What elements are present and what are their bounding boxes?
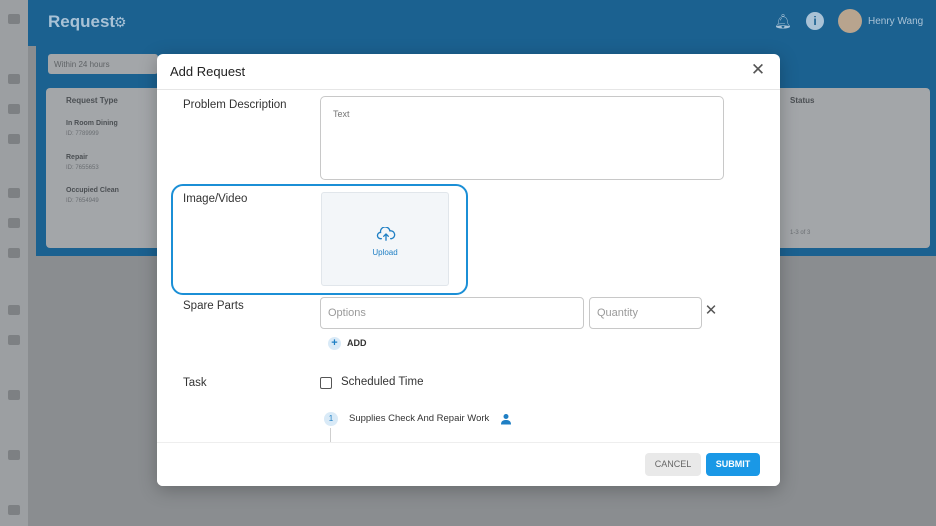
rail-icon[interactable] bbox=[8, 74, 20, 84]
filter-time[interactable]: Within 24 hours bbox=[48, 54, 158, 74]
rail-icon[interactable] bbox=[8, 134, 20, 144]
table-cell: ID: 7789999 bbox=[66, 131, 99, 137]
spare-parts-label: Spare Parts bbox=[183, 300, 244, 312]
dialog-header: Add Request ✕ bbox=[157, 54, 780, 90]
dialog-title: Add Request bbox=[170, 64, 246, 79]
rail-icon[interactable] bbox=[8, 218, 20, 228]
rail-icon[interactable] bbox=[8, 505, 20, 515]
rail-icon[interactable] bbox=[8, 104, 20, 114]
step-connector bbox=[330, 428, 331, 442]
image-video-label: Image/Video bbox=[183, 193, 248, 205]
spare-parts-quantity-input[interactable]: Quantity bbox=[589, 297, 702, 329]
pagination: 1-3 of 3 bbox=[790, 230, 811, 236]
side-rail bbox=[0, 0, 28, 526]
user-name[interactable]: Henry Wang bbox=[868, 16, 923, 27]
menu-icon[interactable] bbox=[8, 14, 20, 24]
dialog-footer: CANCEL SUBMIT bbox=[157, 442, 780, 486]
table-cell: ID: 7655653 bbox=[66, 165, 99, 171]
add-request-dialog: Add Request ✕ Problem Description Image/… bbox=[157, 54, 780, 486]
rail-icon[interactable] bbox=[8, 188, 20, 198]
upload-button[interactable]: Upload bbox=[321, 192, 449, 286]
table-cell: Occupied Clean bbox=[66, 187, 119, 194]
top-bar bbox=[28, 0, 936, 46]
task-step-label: Supplies Check And Repair Work bbox=[349, 413, 490, 424]
problem-description-label: Problem Description bbox=[183, 99, 287, 111]
step-number-badge: 1 bbox=[324, 412, 338, 426]
upload-label: Upload bbox=[372, 248, 398, 257]
cloud-upload-icon bbox=[376, 227, 396, 241]
scheduled-time-label[interactable]: Scheduled Time bbox=[341, 376, 423, 388]
spare-parts-options-select[interactable]: Options bbox=[320, 297, 584, 329]
settings-icon[interactable]: ⚙ bbox=[114, 14, 127, 31]
remove-part-icon[interactable]: ✕ bbox=[704, 303, 718, 318]
table-header: Request Type bbox=[66, 96, 118, 105]
table-header: Status bbox=[790, 96, 815, 105]
plus-icon: + bbox=[328, 337, 341, 350]
table-cell: Repair bbox=[66, 154, 88, 161]
rail-icon[interactable] bbox=[8, 450, 20, 460]
app-title: Request bbox=[48, 12, 116, 31]
close-icon[interactable]: ✕ bbox=[750, 61, 766, 78]
person-icon[interactable] bbox=[500, 413, 512, 425]
info-icon[interactable]: i bbox=[806, 12, 824, 30]
scheduled-time-checkbox[interactable] bbox=[320, 377, 332, 389]
problem-description-input[interactable] bbox=[320, 96, 724, 180]
task-label: Task bbox=[183, 377, 207, 389]
bell-icon[interactable]: 🔔︎ bbox=[774, 13, 792, 30]
rail-icon[interactable] bbox=[8, 390, 20, 400]
table-cell: ID: 7654949 bbox=[66, 198, 99, 204]
rail-icon[interactable] bbox=[8, 335, 20, 345]
submit-button[interactable]: SUBMIT bbox=[706, 453, 760, 476]
cancel-button[interactable]: CANCEL bbox=[645, 453, 701, 476]
table-cell: In Room Dining bbox=[66, 120, 118, 127]
avatar[interactable] bbox=[838, 9, 862, 33]
add-label: ADD bbox=[347, 338, 367, 348]
rail-icon[interactable] bbox=[8, 305, 20, 315]
rail-icon[interactable] bbox=[8, 248, 20, 258]
